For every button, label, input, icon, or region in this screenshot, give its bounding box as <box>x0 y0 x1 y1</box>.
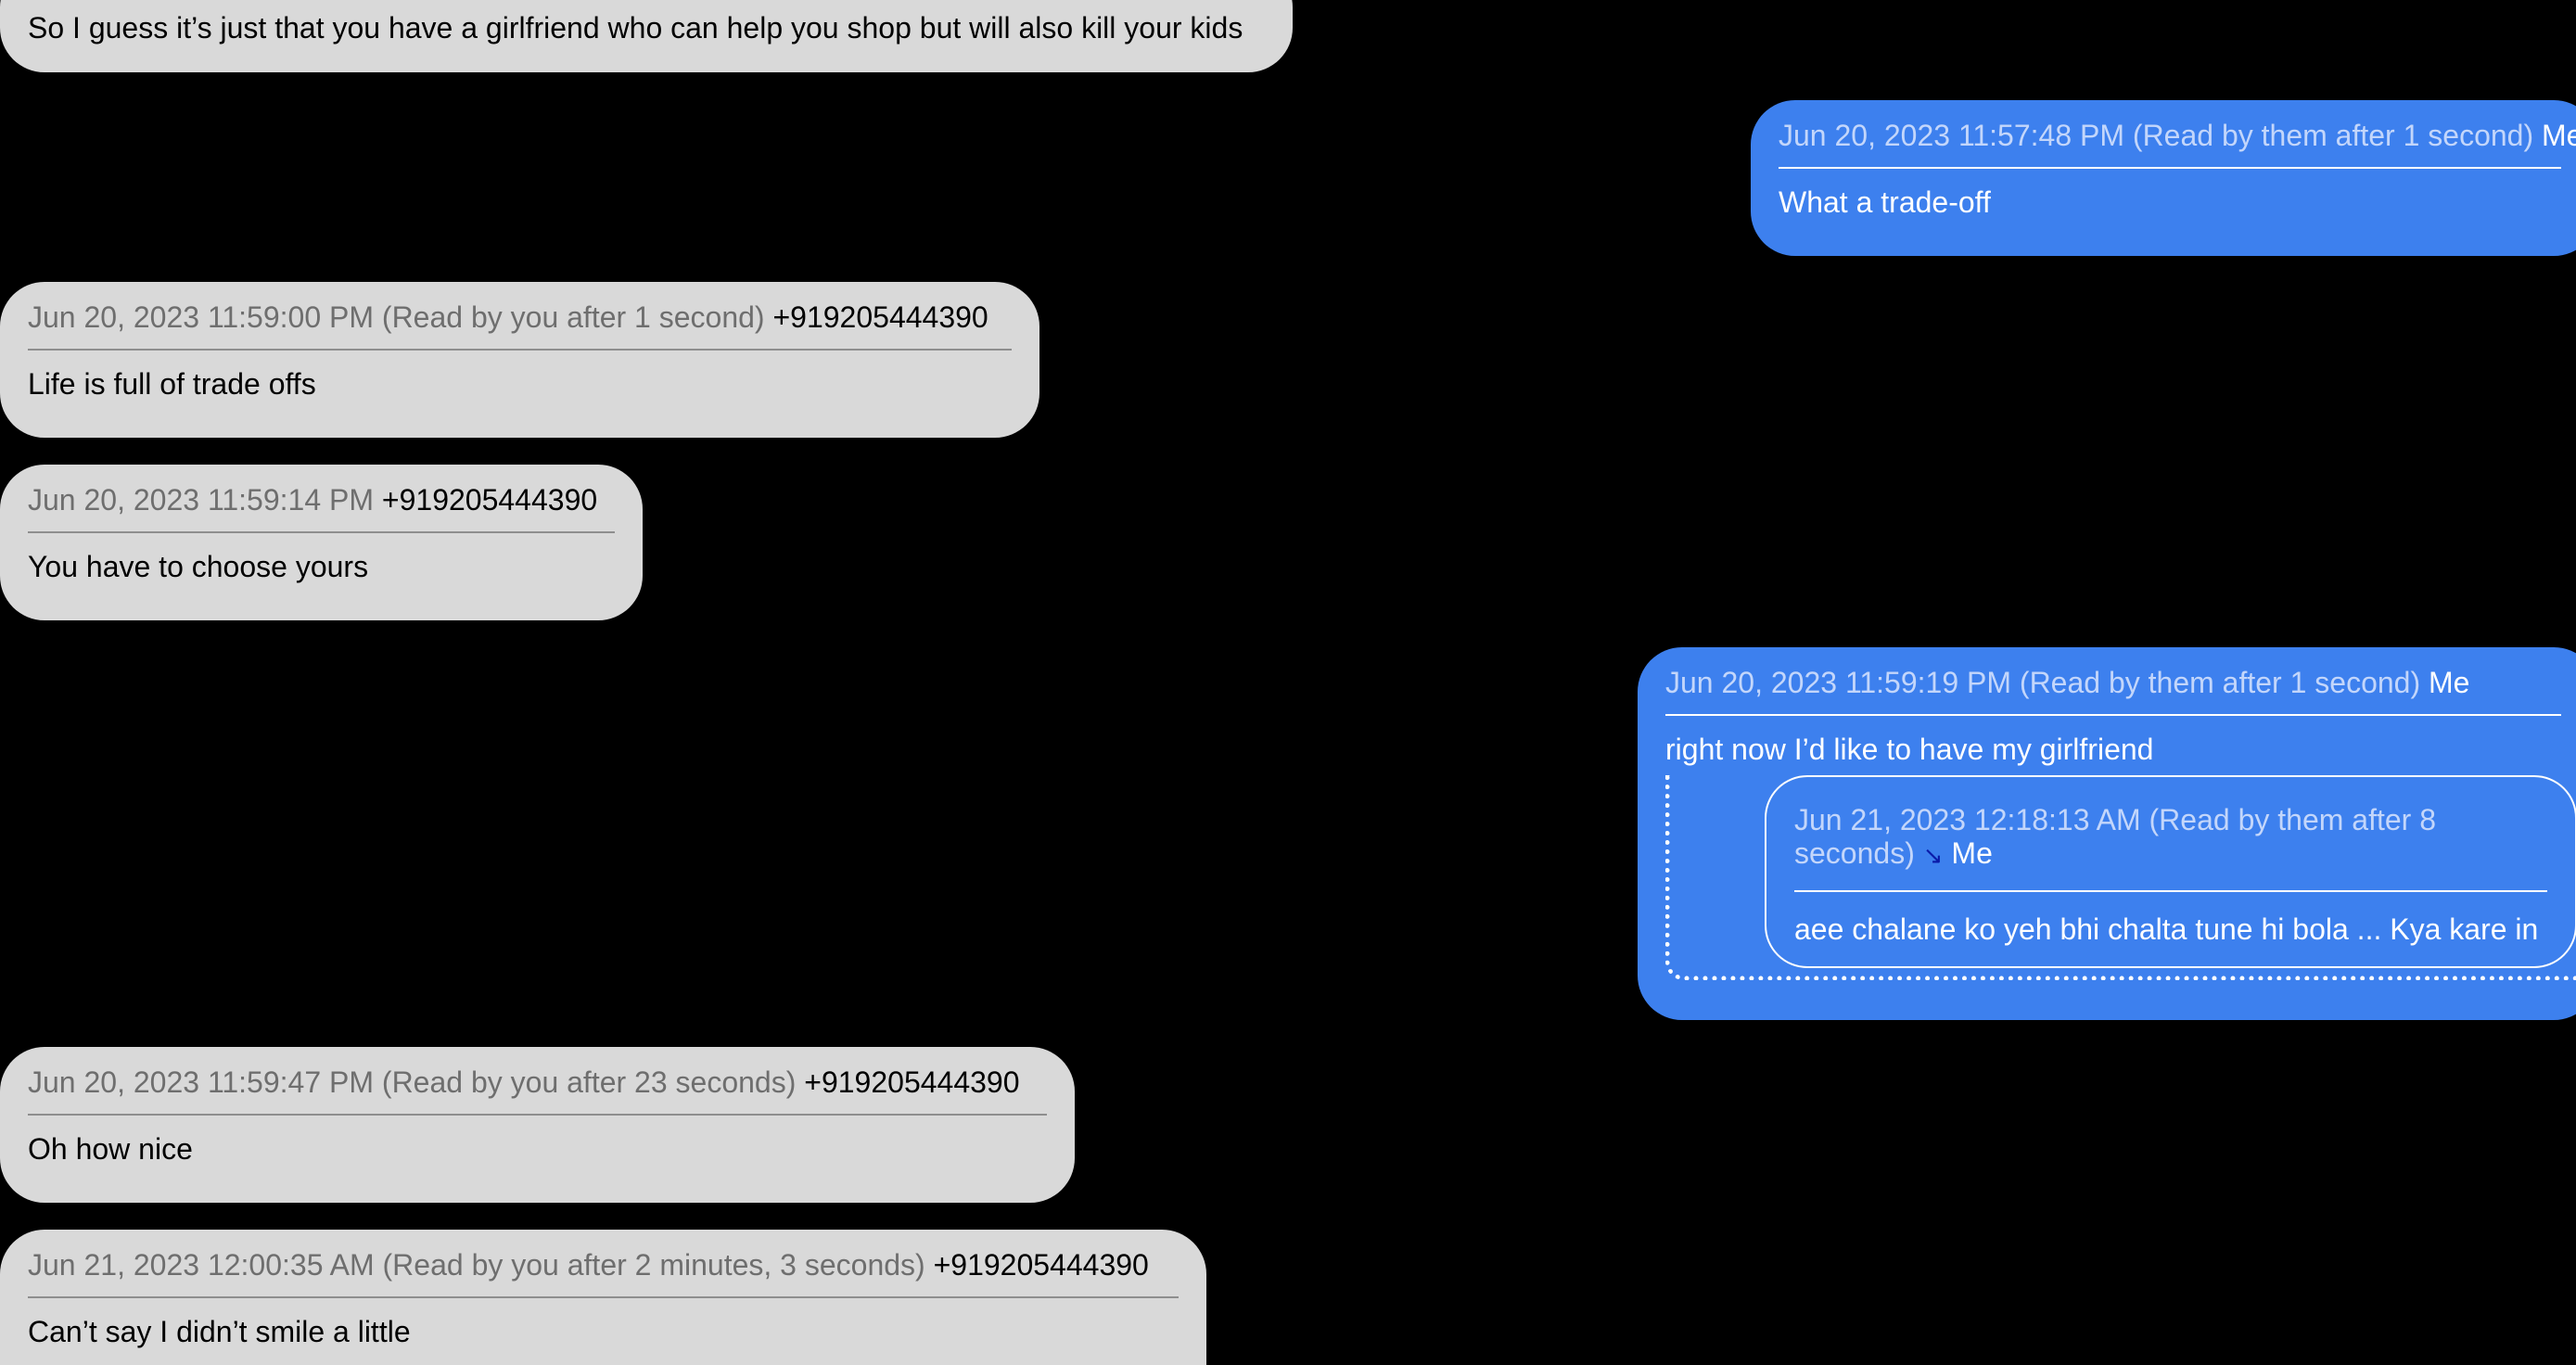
message-meta: Jun 20, 2023 11:59:14 PM +919205444390 <box>28 465 615 533</box>
message-bubble-sent[interactable]: Jun 20, 2023 11:57:48 PM (Read by them a… <box>1751 100 2576 256</box>
message-sender: +919205444390 <box>933 1248 1149 1282</box>
reply-link-icon[interactable]: ↘ <box>1923 841 1944 869</box>
message-timestamp: Jun 20, 2023 11:59:47 PM (Read by you af… <box>28 1065 797 1099</box>
message-sender: Me <box>2542 119 2576 152</box>
message-text: right now I’d like to have my girlfriend <box>1665 733 2154 766</box>
message-sender: +919205444390 <box>772 300 988 334</box>
message-sender: +919205444390 <box>804 1065 1020 1099</box>
message-sender: Me <box>2429 666 2470 699</box>
message-text: Oh how nice <box>28 1132 193 1166</box>
reply-text: aee chalane ko yeh bhi chalta tune hi bo… <box>1794 912 2539 946</box>
message-timestamp: Jun 20, 2023 11:57:48 PM (Read by them a… <box>1779 119 2534 152</box>
reply-sender: Me <box>1951 836 1993 870</box>
message-meta: Jun 20, 2023 11:59:00 PM (Read by you af… <box>28 282 1012 351</box>
reply-meta: Jun 21, 2023 12:18:13 AM (Read by them a… <box>1794 777 2547 892</box>
message-bubble-received[interactable]: So I guess it’s just that you have a gir… <box>0 0 1293 72</box>
message-text: So I guess it’s just that you have a gir… <box>28 11 1243 45</box>
message-meta: Jun 21, 2023 12:00:35 AM (Read by you af… <box>28 1230 1179 1298</box>
message-text: Can’t say I didn’t smile a little <box>28 1315 411 1348</box>
message-timestamp: Jun 21, 2023 12:00:35 AM (Read by you af… <box>28 1248 925 1282</box>
reply-timestamp: Jun 21, 2023 12:18:13 AM (Read by them a… <box>1794 803 2436 870</box>
message-transcript: So I guess it’s just that you have a gir… <box>0 0 2576 1365</box>
message-text: What a trade-off <box>1779 185 1991 219</box>
message-bubble-received[interactable]: Jun 20, 2023 11:59:47 PM (Read by you af… <box>0 1047 1075 1203</box>
message-timestamp: Jun 20, 2023 11:59:00 PM (Read by you af… <box>28 300 765 334</box>
message-meta: Jun 20, 2023 11:57:48 PM (Read by them a… <box>1779 100 2576 169</box>
message-timestamp: Jun 20, 2023 11:59:19 PM (Read by them a… <box>1665 666 2421 699</box>
reply-thread: Jun 21, 2023 12:18:13 AM (Read by them a… <box>1665 775 2576 980</box>
message-bubble-received[interactable]: Jun 20, 2023 11:59:00 PM (Read by you af… <box>0 282 1039 438</box>
message-bubble-received[interactable]: Jun 21, 2023 12:00:35 AM (Read by you af… <box>0 1230 1206 1365</box>
message-meta: Jun 20, 2023 11:59:19 PM (Read by them a… <box>1665 647 2561 716</box>
message-bubble-received[interactable]: Jun 20, 2023 11:59:14 PM +919205444390 Y… <box>0 465 643 620</box>
message-sender: +919205444390 <box>381 483 598 517</box>
message-text: You have to choose yours <box>28 550 369 583</box>
reply-bubble[interactable]: Jun 21, 2023 12:18:13 AM (Read by them a… <box>1765 775 2576 968</box>
message-timestamp: Jun 20, 2023 11:59:14 PM <box>28 483 375 517</box>
message-meta: Jun 20, 2023 11:59:47 PM (Read by you af… <box>28 1047 1047 1116</box>
message-bubble-sent[interactable]: Jun 20, 2023 11:59:19 PM (Read by them a… <box>1638 647 2576 1020</box>
message-text: Life is full of trade offs <box>28 367 316 401</box>
